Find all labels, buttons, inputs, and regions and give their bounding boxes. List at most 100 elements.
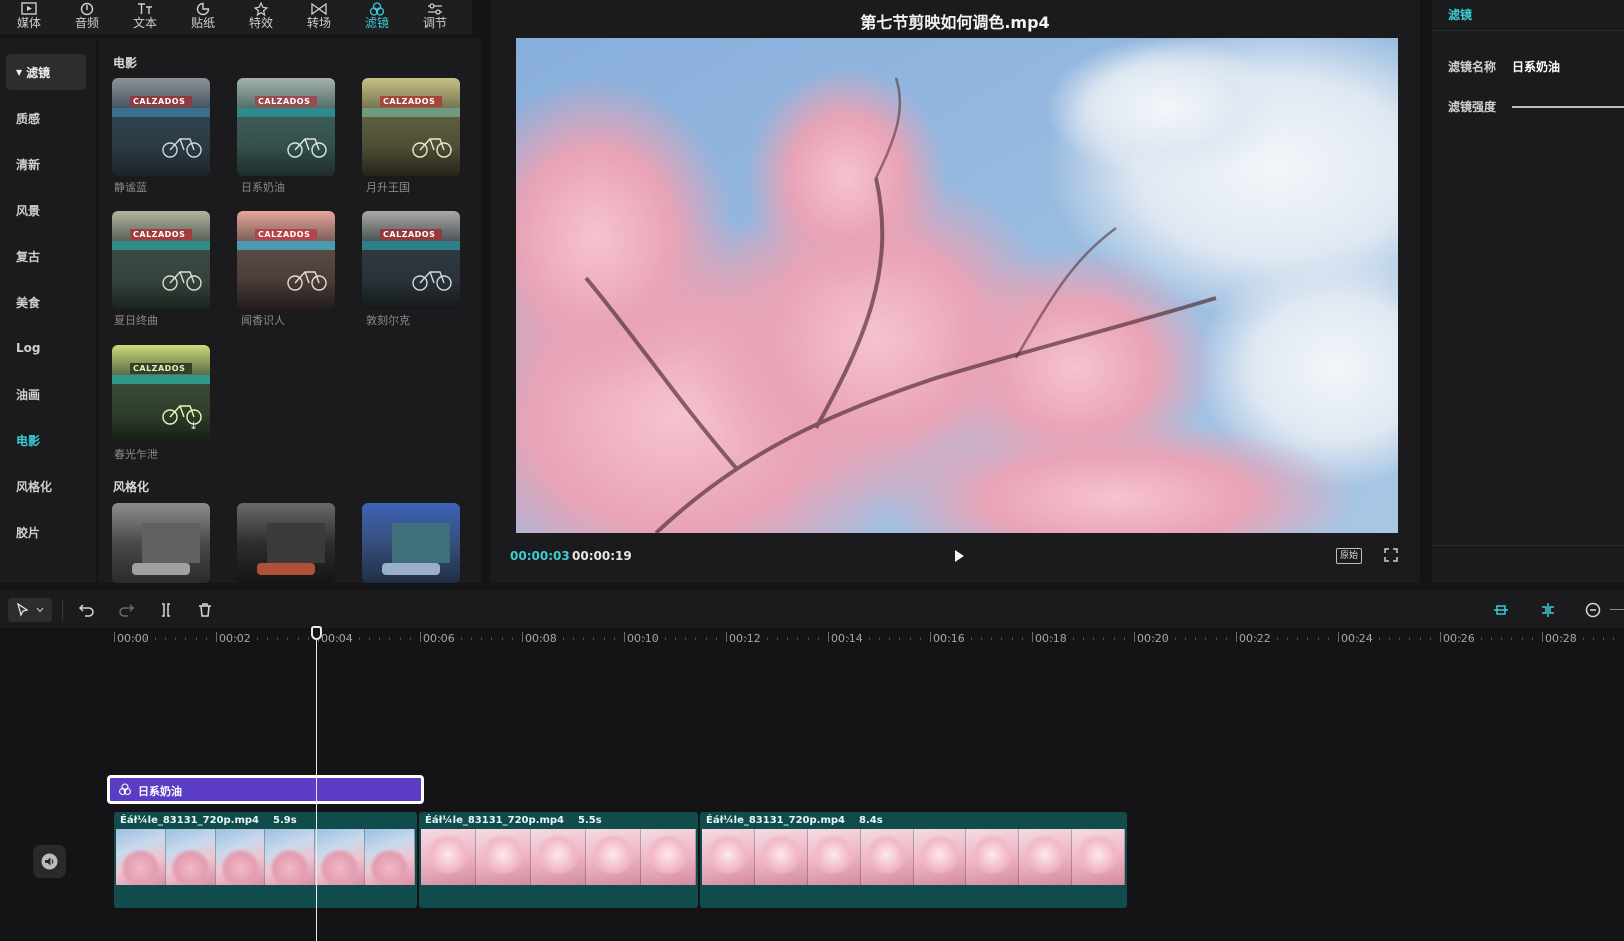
category-label: 滤镜: [26, 65, 51, 80]
magnet-snap-icon[interactable]: [1492, 601, 1510, 619]
tool-effects[interactable]: 特效: [232, 0, 290, 34]
timeline-ruler[interactable]: 00:00 00:02 00:04 00:06 00:08 00:10 00:12 00:14…: [0, 628, 1624, 650]
filter-thumb-dunkirk[interactable]: CALZADOS: [362, 211, 460, 309]
category-filter[interactable]: ▼ 滤镜: [6, 54, 86, 90]
ruler-minor-tick: [1429, 637, 1431, 640]
ruler-minor-tick: [1123, 637, 1125, 640]
link-clips-icon[interactable]: [1539, 601, 1557, 619]
category-food[interactable]: 美食: [6, 284, 86, 320]
video-clip-3[interactable]: Éáł¼le_83131_720p.mp4 8.4s: [700, 812, 1127, 908]
ruler-minor-tick: [165, 637, 166, 640]
ruler-minor-tick: [613, 637, 615, 640]
aspect-ratio-button[interactable]: 原始: [1336, 548, 1362, 564]
ruler-minor-tick: [858, 637, 860, 640]
filter-thumb-happy-together[interactable]: CALZADOS ⤓: [112, 345, 210, 443]
ruler-minor-tick: [1297, 637, 1299, 640]
ruler-minor-tick: [532, 637, 534, 640]
ruler-tick: [420, 632, 421, 642]
sticker-icon: [196, 2, 210, 16]
clip-frame: [116, 829, 166, 885]
clip-duration: 5.5s: [578, 815, 602, 826]
ruler-tick: [522, 632, 523, 642]
delete-icon[interactable]: [196, 601, 214, 619]
ruler-minor-tick: [1072, 637, 1074, 640]
category-film[interactable]: 胶片: [6, 514, 86, 550]
tool-media[interactable]: 媒体: [0, 0, 58, 34]
category-log[interactable]: Log: [6, 330, 86, 366]
filter-track-clip[interactable]: 日系奶油: [107, 775, 424, 804]
divider: [1432, 545, 1624, 546]
ruler-tick: [828, 632, 829, 642]
ruler-minor-tick: [481, 637, 483, 640]
ruler-minor-tick: [1042, 637, 1044, 640]
filter-thumb-stylized-3[interactable]: [362, 503, 460, 583]
ruler-minor-tick: [1185, 637, 1186, 640]
tool-adjust[interactable]: 调节: [406, 0, 464, 34]
tool-text[interactable]: 文本: [116, 0, 174, 34]
download-icon[interactable]: ⤓: [191, 419, 196, 433]
video-clip-1[interactable]: Éáł¼le_83131_720p.mp4 5.9s: [114, 812, 417, 908]
tool-audio[interactable]: 音频: [58, 0, 116, 34]
clip-frame: [476, 829, 531, 885]
ruler-minor-tick: [1195, 637, 1197, 640]
transition-icon: [311, 2, 327, 16]
clip-frame: [1019, 829, 1073, 885]
tool-filter[interactable]: 滤镜: [348, 0, 406, 34]
ruler-minor-tick: [1613, 637, 1615, 640]
filter-thumb-moonrise-kingdom[interactable]: CALZADOS: [362, 78, 460, 176]
zoom-slider[interactable]: [1610, 609, 1624, 610]
category-landscape[interactable]: 风景: [6, 192, 86, 228]
ruler-minor-tick: [1358, 637, 1360, 640]
ruler-minor-tick: [1205, 637, 1207, 640]
video-canvas[interactable]: [516, 38, 1398, 533]
undo-icon[interactable]: [78, 601, 96, 619]
cherry-blossom-frame: [516, 38, 1398, 533]
bicycle-icon: [412, 138, 452, 158]
filter-thumb-stylized-2[interactable]: [237, 503, 335, 583]
split-icon[interactable]: [157, 601, 175, 619]
category-texture[interactable]: 质感: [6, 100, 86, 136]
play-icon[interactable]: [951, 548, 967, 564]
track-mute-button[interactable]: [33, 845, 66, 878]
tool-label: 转场: [306, 16, 331, 30]
tool-sticker[interactable]: 贴纸: [174, 0, 232, 34]
filter-thumb-stylized-1[interactable]: [112, 503, 210, 583]
ruler-minor-tick: [1531, 637, 1533, 640]
fullscreen-icon[interactable]: [1383, 547, 1399, 563]
filter-name-value: 日系奶油: [1512, 60, 1561, 74]
property-tab-filter[interactable]: 滤镜: [1448, 6, 1472, 23]
ruler-minor-tick: [1348, 637, 1350, 640]
filter-strength-slider[interactable]: [1512, 106, 1624, 108]
redo-icon[interactable]: [117, 601, 135, 619]
clip-frame: [1072, 829, 1125, 885]
ruler-minor-tick: [777, 637, 778, 640]
tool-label: 调节: [422, 16, 447, 30]
ruler-minor-tick: [981, 637, 982, 640]
select-tool-button[interactable]: [8, 598, 52, 622]
asset-toolbar: 媒体 音频 文本 贴纸 特效 转场 滤镜 调节: [0, 0, 472, 34]
category-oil-painting[interactable]: 油画: [6, 376, 86, 412]
category-fresh[interactable]: 清新: [6, 146, 86, 182]
filter-icon: [119, 783, 131, 796]
ruler-minor-tick: [1215, 637, 1217, 640]
clip-duration: 8.4s: [859, 815, 883, 826]
filter-thumb-summer-finale[interactable]: CALZADOS: [112, 211, 210, 309]
category-stylized[interactable]: 风格化: [6, 468, 86, 504]
ruler-minor-tick: [307, 637, 309, 640]
filter-thumb-quiet-blue[interactable]: CALZADOS: [112, 78, 210, 176]
bicycle-icon: [287, 271, 327, 291]
clip-filename: Éáł¼le_83131_720p.mp4: [425, 815, 565, 826]
ruler-minor-tick: [1470, 637, 1472, 640]
playhead-handle[interactable]: [311, 626, 322, 640]
caret-down-icon: ▼: [16, 67, 23, 77]
ruler-minor-tick: [1562, 637, 1564, 640]
filter-thumb-scent[interactable]: CALZADOS: [237, 211, 335, 309]
category-retro[interactable]: 复古: [6, 238, 86, 274]
video-clip-2[interactable]: Éáł¼le_83131_720p.mp4 5.5s: [419, 812, 698, 908]
zoom-out-icon[interactable]: [1584, 601, 1602, 619]
tool-transition[interactable]: 转场: [290, 0, 348, 34]
filter-thumb-japanese-cream[interactable]: CALZADOS: [237, 78, 335, 176]
clip-frame: [641, 829, 696, 885]
category-movie[interactable]: 电影: [6, 422, 86, 458]
thumb-sign: CALZADOS: [130, 229, 192, 240]
